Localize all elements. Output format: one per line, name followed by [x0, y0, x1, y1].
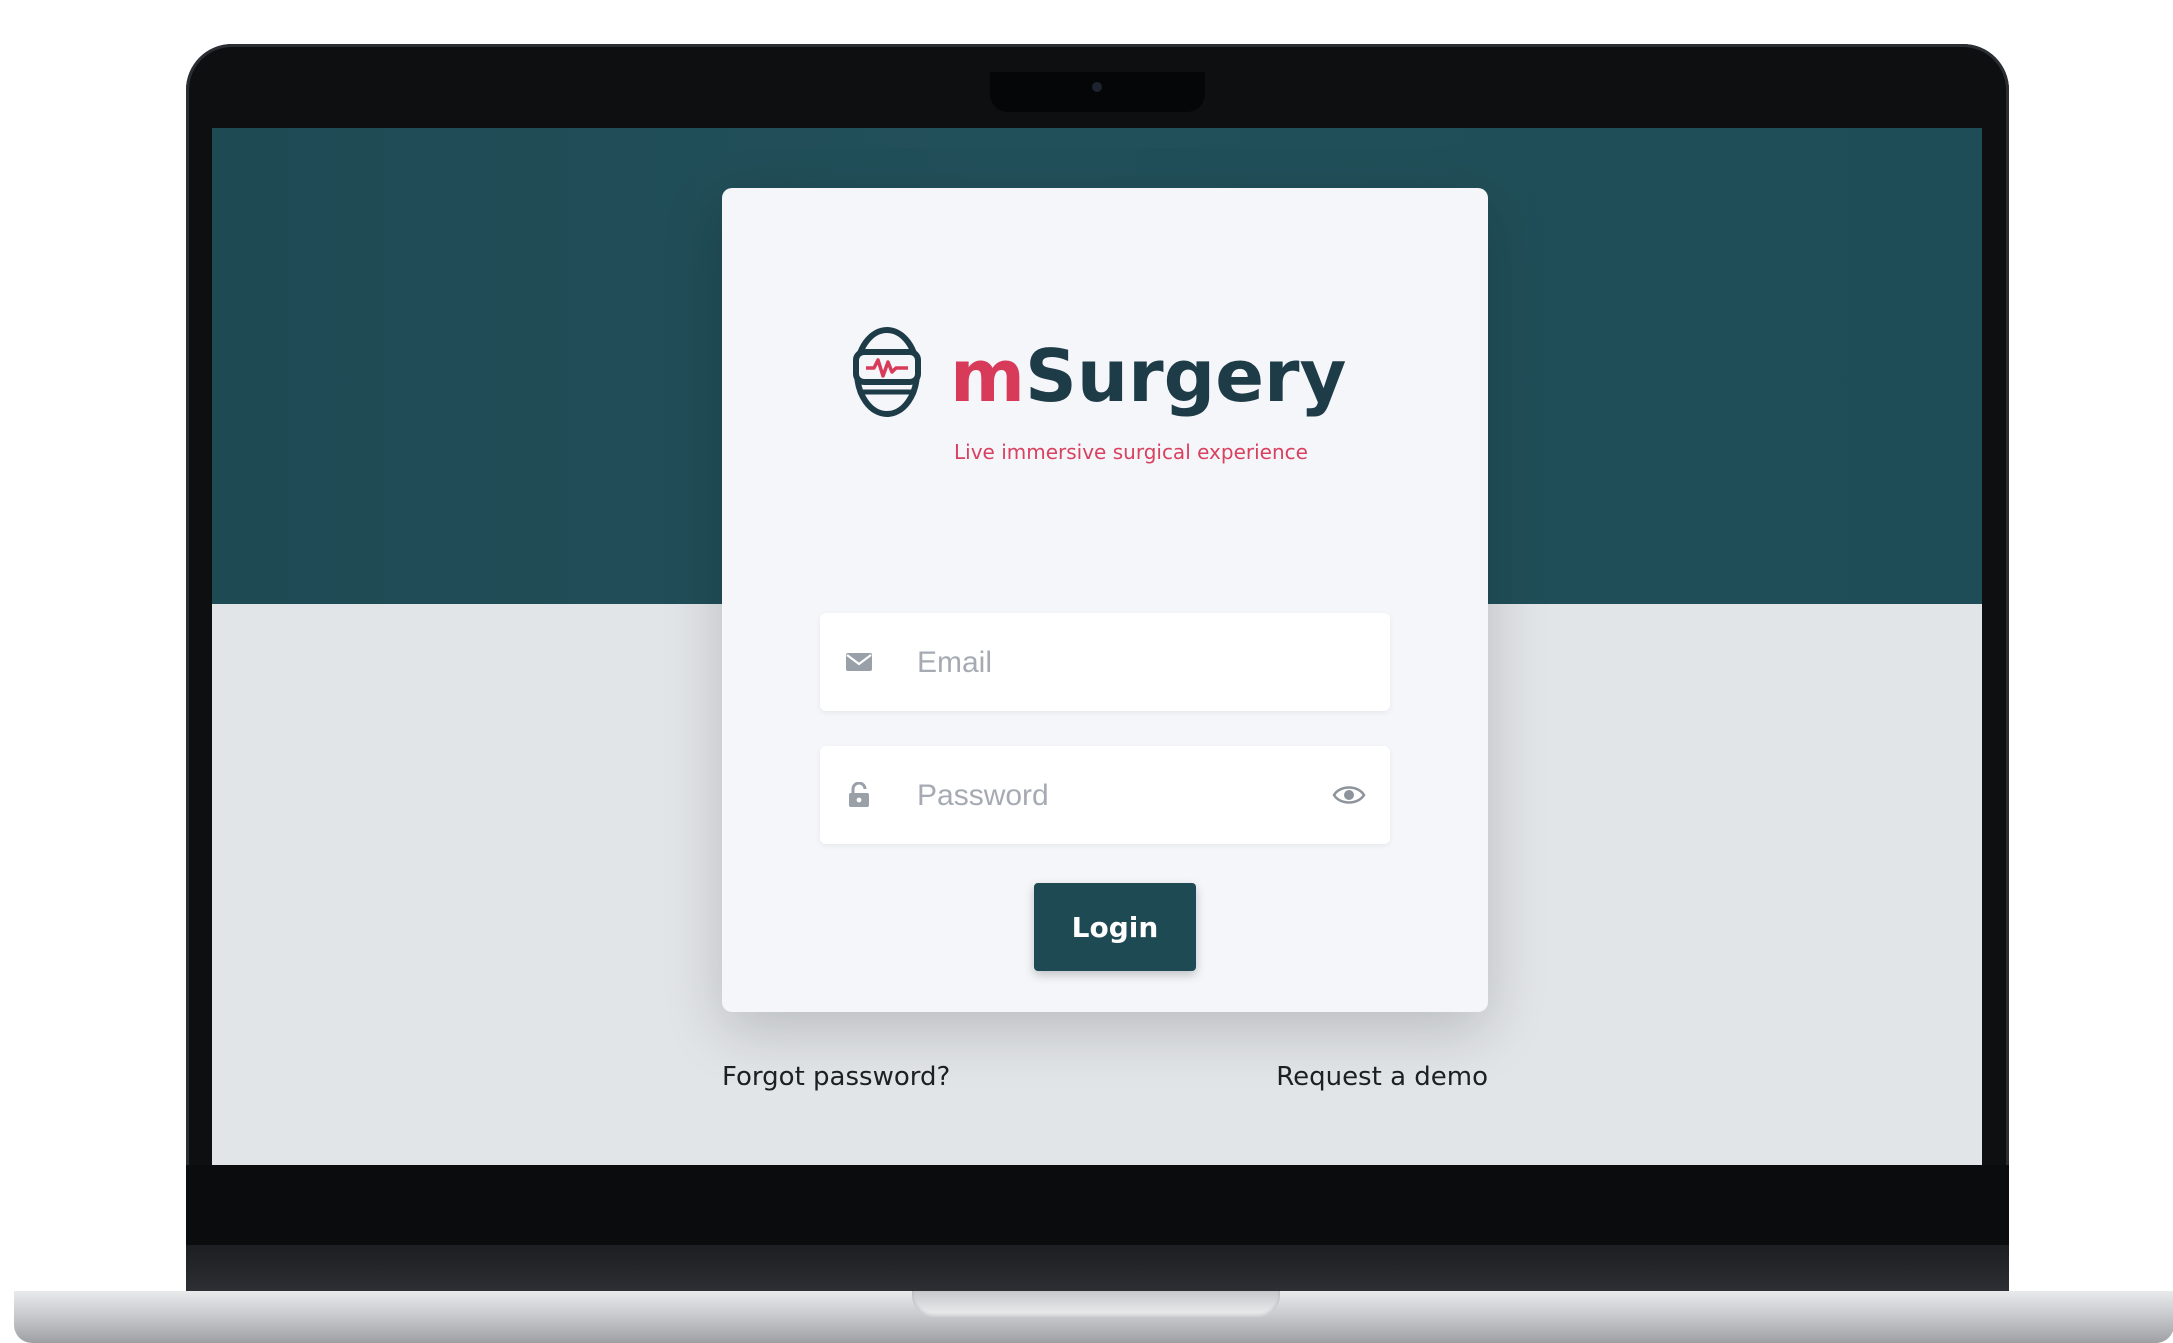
login-button[interactable]: Login	[1034, 883, 1196, 971]
brand-name: mSurgery	[950, 336, 1346, 416]
password-field[interactable]	[820, 746, 1390, 846]
camera-icon	[1092, 82, 1102, 92]
brand-tagline: Live immersive surgical experience	[954, 440, 1308, 464]
login-card: mSurgery Live immersive surgical experie…	[722, 188, 1488, 1012]
brand-logo: mSurgery Live immersive surgical experie…	[850, 324, 1370, 474]
laptop-base-notch	[912, 1291, 1280, 1317]
laptop-hinge	[186, 1245, 2009, 1291]
envelope-icon	[846, 653, 872, 671]
forgot-password-link[interactable]: Forgot password?	[722, 1062, 950, 1092]
laptop-screen: mSurgery Live immersive surgical experie…	[212, 128, 1982, 1165]
lock-icon	[849, 782, 869, 807]
brand-name-prefix: m	[950, 334, 1026, 418]
screen-bottom-bezel	[186, 1165, 2009, 1245]
email-field[interactable]	[820, 613, 1390, 713]
camera-notch	[990, 72, 1205, 112]
eye-icon[interactable]	[1332, 780, 1366, 810]
email-input[interactable]	[915, 613, 1299, 713]
password-input[interactable]	[915, 746, 1299, 846]
request-demo-link[interactable]: Request a demo	[1276, 1062, 1488, 1092]
laptop-mockup: mSurgery Live immersive surgical experie…	[0, 0, 2173, 1343]
brand-name-rest: Surgery	[1025, 334, 1347, 418]
vr-headset-logo-icon	[853, 327, 921, 417]
